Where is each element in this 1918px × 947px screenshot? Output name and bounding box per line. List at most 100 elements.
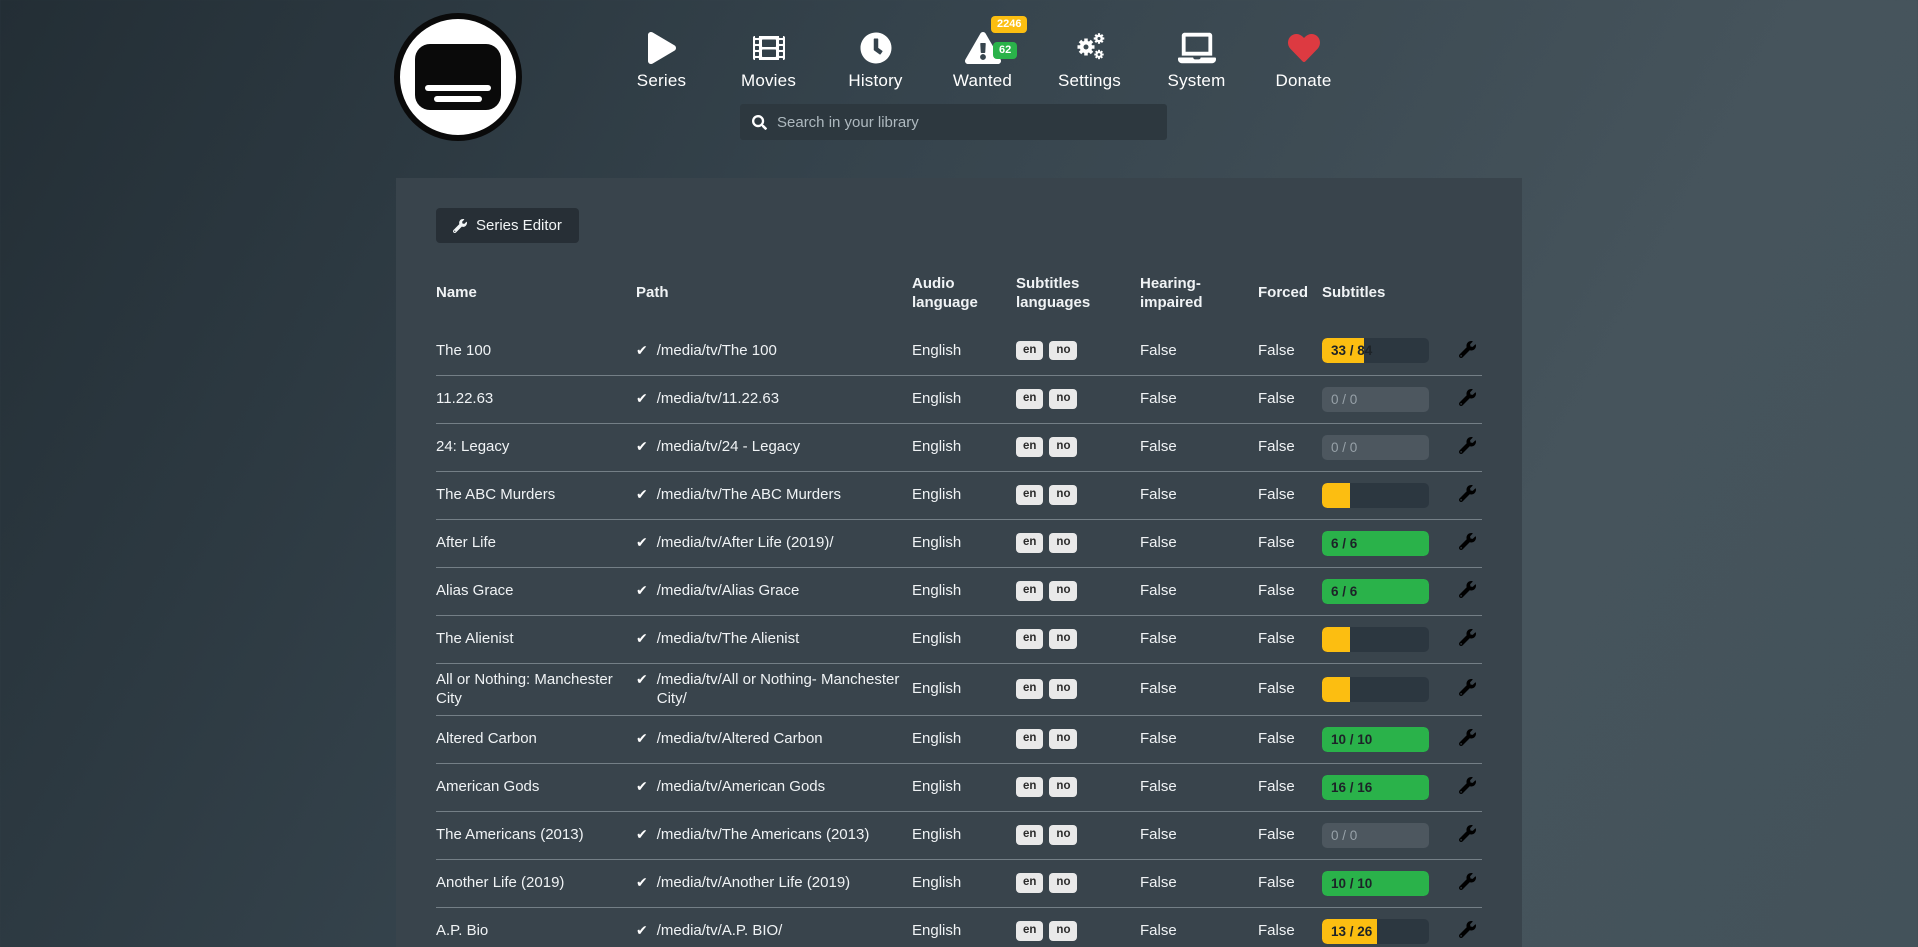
audio-language: English — [912, 485, 1016, 505]
hearing-impaired-value: False — [1140, 873, 1258, 893]
audio-language: English — [912, 777, 1016, 797]
column-header-forced: Forced — [1258, 284, 1322, 303]
subtitles-languages: enno — [1016, 437, 1140, 457]
series-name: A.P. Bio — [436, 921, 636, 941]
wrench-icon — [1459, 437, 1476, 454]
nav-item-label: Series — [637, 71, 686, 91]
subtitles-progress-bar — [1322, 627, 1429, 652]
search-input[interactable] — [777, 114, 1155, 131]
nav-item-donate[interactable]: Donate — [1250, 16, 1357, 91]
edit-series-button[interactable] — [1455, 675, 1480, 703]
check-icon: ✔ — [636, 921, 648, 941]
nav-item-label: System — [1168, 71, 1226, 91]
nav-item-history[interactable]: History — [822, 16, 929, 91]
check-icon: ✔ — [636, 777, 648, 797]
language-badge: en — [1016, 825, 1043, 845]
table-header-row: Name Path Audio language Subtitles langu… — [436, 267, 1482, 327]
language-badge: no — [1049, 729, 1077, 749]
series-name: American Gods — [436, 777, 636, 797]
table-row: 24: Legacy ✔ /media/tv/24 - Legacy Engli… — [436, 423, 1482, 471]
bazarr-logo[interactable] — [392, 11, 524, 143]
audio-language: English — [912, 437, 1016, 457]
series-path: /media/tv/The Americans (2013) — [657, 825, 870, 845]
nav-item-series[interactable]: Series — [608, 16, 715, 91]
series-path: /media/tv/Alias Grace — [657, 581, 800, 601]
language-badge: no — [1049, 825, 1077, 845]
subtitles-progress-bar: 16 / 16 — [1322, 775, 1429, 800]
hearing-impaired-value: False — [1140, 485, 1258, 505]
edit-series-button[interactable] — [1455, 821, 1480, 849]
edit-series-button[interactable] — [1455, 625, 1480, 653]
language-badge: no — [1049, 629, 1077, 649]
edit-series-button[interactable] — [1455, 433, 1480, 461]
edit-series-button[interactable] — [1455, 385, 1480, 413]
wrench-icon — [1459, 873, 1476, 890]
wrench-icon — [1459, 729, 1476, 746]
column-header-path: Path — [636, 284, 912, 303]
subtitles-languages: enno — [1016, 341, 1140, 361]
edit-series-button[interactable] — [1455, 917, 1480, 945]
nav-item-settings[interactable]: Settings — [1036, 16, 1143, 91]
progress-label: 0 / 0 — [1331, 823, 1357, 848]
main-nav: Series Movies History Wanted 224662 Sett… — [608, 16, 1357, 91]
forced-value: False — [1258, 679, 1322, 699]
language-badge: en — [1016, 729, 1043, 749]
edit-series-button[interactable] — [1455, 529, 1480, 557]
hearing-impaired-value: False — [1140, 389, 1258, 409]
hearing-impaired-value: False — [1140, 581, 1258, 601]
series-editor-label: Series Editor — [476, 217, 562, 234]
progress-fill — [1322, 483, 1350, 508]
edit-series-button[interactable] — [1455, 869, 1480, 897]
check-icon: ✔ — [636, 629, 648, 649]
wrench-icon — [1459, 825, 1476, 842]
clock-icon — [857, 30, 895, 64]
language-badge: en — [1016, 485, 1043, 505]
language-badge: no — [1049, 581, 1077, 601]
column-header-name: Name — [436, 284, 636, 303]
audio-language: English — [912, 389, 1016, 409]
column-header-subtitles: Subtitles — [1322, 284, 1446, 303]
forced-value: False — [1258, 729, 1322, 749]
laptop-icon — [1178, 30, 1216, 64]
subtitles-languages: enno — [1016, 679, 1140, 699]
wanted-count-badge: 2246 — [991, 16, 1027, 33]
edit-series-button[interactable] — [1455, 773, 1480, 801]
language-badge: no — [1049, 389, 1077, 409]
forced-value: False — [1258, 921, 1322, 941]
nav-item-movies[interactable]: Movies — [715, 16, 822, 91]
nav-item-system[interactable]: System — [1143, 16, 1250, 91]
edit-series-button[interactable] — [1455, 577, 1480, 605]
series-editor-button[interactable]: Series Editor — [436, 208, 579, 243]
series-name: 24: Legacy — [436, 437, 636, 457]
table-row: After Life ✔ /media/tv/After Life (2019)… — [436, 519, 1482, 567]
edit-series-button[interactable] — [1455, 725, 1480, 753]
subtitles-progress-bar: 0 / 0 — [1322, 435, 1429, 460]
check-icon: ✔ — [636, 485, 648, 505]
series-path: /media/tv/Altered Carbon — [657, 729, 823, 749]
wrench-icon — [1459, 679, 1476, 696]
series-path: /media/tv/American Gods — [657, 777, 825, 797]
audio-language: English — [912, 873, 1016, 893]
progress-label: 13 / 26 — [1331, 919, 1372, 944]
edit-series-button[interactable] — [1455, 481, 1480, 509]
language-badge: en — [1016, 873, 1043, 893]
subtitles-progress-bar — [1322, 677, 1429, 702]
wanted-count-badge: 62 — [993, 42, 1017, 59]
series-panel: Series Editor Name Path Audio language S… — [396, 178, 1522, 947]
check-icon: ✔ — [636, 389, 648, 409]
table-row: A.P. Bio ✔ /media/tv/A.P. BIO/ English e… — [436, 907, 1482, 947]
series-name: Altered Carbon — [436, 729, 636, 749]
nav-item-wanted[interactable]: Wanted 224662 — [929, 16, 1036, 91]
hearing-impaired-value: False — [1140, 921, 1258, 941]
library-search[interactable] — [740, 104, 1167, 140]
hearing-impaired-value: False — [1140, 437, 1258, 457]
table-row: The ABC Murders ✔ /media/tv/The ABC Murd… — [436, 471, 1482, 519]
language-badge: no — [1049, 437, 1077, 457]
progress-fill — [1322, 627, 1350, 652]
top-navigation-bar: Series Movies History Wanted 224662 Sett… — [396, 0, 1522, 178]
film-icon — [750, 30, 788, 64]
forced-value: False — [1258, 825, 1322, 845]
edit-series-button[interactable] — [1455, 337, 1480, 365]
progress-label: 10 / 10 — [1331, 727, 1372, 752]
language-badge: en — [1016, 679, 1043, 699]
